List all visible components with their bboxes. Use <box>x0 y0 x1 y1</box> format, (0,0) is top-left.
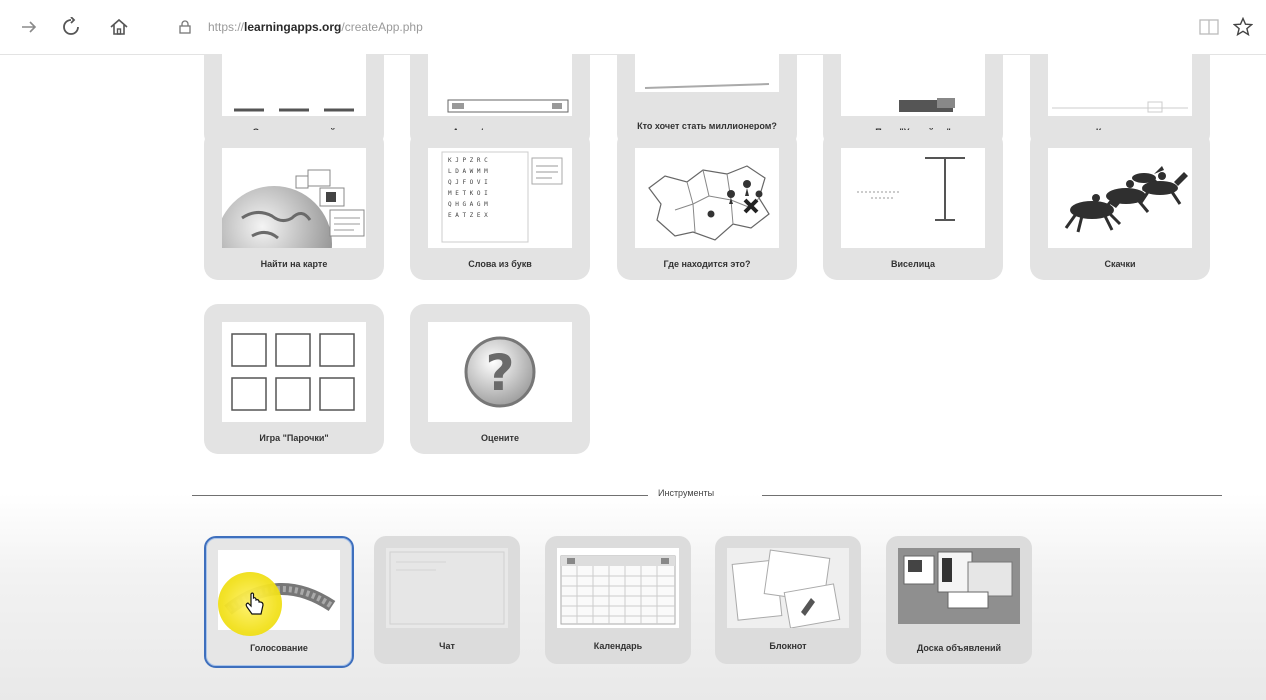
tools-section-title: Инструменты <box>652 488 721 498</box>
find-on-map-thumbnail <box>222 148 366 248</box>
millionaire-thumbnail <box>635 54 779 92</box>
app-tile-where-is-it[interactable]: Где находится это? <box>617 130 797 280</box>
tile-label: Скачки <box>1104 259 1136 269</box>
refresh-icon[interactable] <box>56 12 86 42</box>
svg-text:L D A W M M: L D A W M M <box>448 168 488 175</box>
chat-thumbnail <box>386 548 508 628</box>
tile-label: Где находится это? <box>663 259 751 269</box>
tool-tile-chat[interactable]: Чат <box>374 536 520 664</box>
app-tile-letter-words[interactable]: K J P Z R C L D A W M M Q J F O V I M E … <box>410 130 590 280</box>
notepad-thumbnail <box>727 548 849 628</box>
tools-divider-right <box>762 495 1222 496</box>
forward-icon[interactable] <box>14 12 44 42</box>
url-host: learningapps.org <box>244 20 342 34</box>
url-path: /createApp.php <box>341 20 423 34</box>
reading-view-icon[interactable] <box>1196 14 1222 40</box>
crossword-thumbnail <box>1048 54 1192 116</box>
app-tile-find-on-map[interactable]: Найти на карте <box>204 130 384 280</box>
tile-label: Игра "Парочки" <box>259 433 329 443</box>
tile-label: Голосование <box>250 643 308 653</box>
rate-thumbnail: ? <box>428 322 572 422</box>
svg-text:E A T Z E X: E A T Z E X <box>448 212 488 219</box>
url-prefix: https:// <box>208 20 245 34</box>
app-tile-rate[interactable]: ? Оцените <box>410 304 590 454</box>
tools-divider-left <box>192 495 648 496</box>
tool-tile-voting[interactable]: Голосование <box>204 536 354 668</box>
svg-text:Q H G A G M: Q H G A G M <box>448 201 488 208</box>
letter-words-thumbnail: K J P Z R C L D A W M M Q J F O V I M E … <box>428 148 572 248</box>
page-content: Сетка приложений Аудио/видео контент Кто… <box>0 54 1266 700</box>
browser-toolbar: https://learningapps.org/createApp.php <box>0 0 1266 55</box>
home-icon[interactable] <box>104 12 134 42</box>
horse-race-thumbnail <box>1048 148 1192 248</box>
tile-label: Слова из букв <box>468 259 532 269</box>
tile-label: Календарь <box>593 641 643 651</box>
svg-text:K J P Z R C: K J P Z R C <box>448 157 488 164</box>
app-tile-pairs-game[interactable]: Игра "Парочки" <box>204 304 384 454</box>
tile-label: Виселица <box>891 259 935 269</box>
bulletin-board-thumbnail <box>898 548 1020 624</box>
tile-label: Чат <box>439 641 455 651</box>
hand-cursor-icon <box>244 592 266 623</box>
app-grid-thumbnail <box>222 54 366 116</box>
svg-text:?: ? <box>485 344 514 402</box>
favorite-star-icon[interactable] <box>1230 14 1256 40</box>
svg-text:Q J F O V I: Q J F O V I <box>448 179 488 186</box>
address-bar[interactable]: https://learningapps.org/createApp.php <box>176 14 1176 40</box>
tile-label: Блокнот <box>769 641 807 651</box>
svg-text:M E T K O I: M E T K O I <box>448 190 488 197</box>
tool-tile-calendar[interactable]: Календарь <box>545 536 691 664</box>
tool-tile-notepad[interactable]: Блокнот <box>715 536 861 664</box>
audio-video-thumbnail <box>428 54 572 116</box>
tile-label: Доска объявлений <box>916 643 1002 653</box>
tool-tile-bulletin-board[interactable]: Доска объявлений <box>886 536 1032 664</box>
guess-puzzle-thumbnail <box>841 54 985 116</box>
pairs-game-thumbnail <box>222 322 366 422</box>
where-is-it-thumbnail <box>635 148 779 248</box>
calendar-thumbnail <box>557 548 679 628</box>
app-tile-hangman[interactable]: Виселица <box>823 130 1003 280</box>
tile-label: Найти на карте <box>260 259 328 269</box>
app-tile-horse-race[interactable]: Скачки <box>1030 130 1210 280</box>
hangman-thumbnail <box>841 148 985 248</box>
tile-label: Оцените <box>481 433 519 443</box>
lock-icon <box>176 17 194 37</box>
